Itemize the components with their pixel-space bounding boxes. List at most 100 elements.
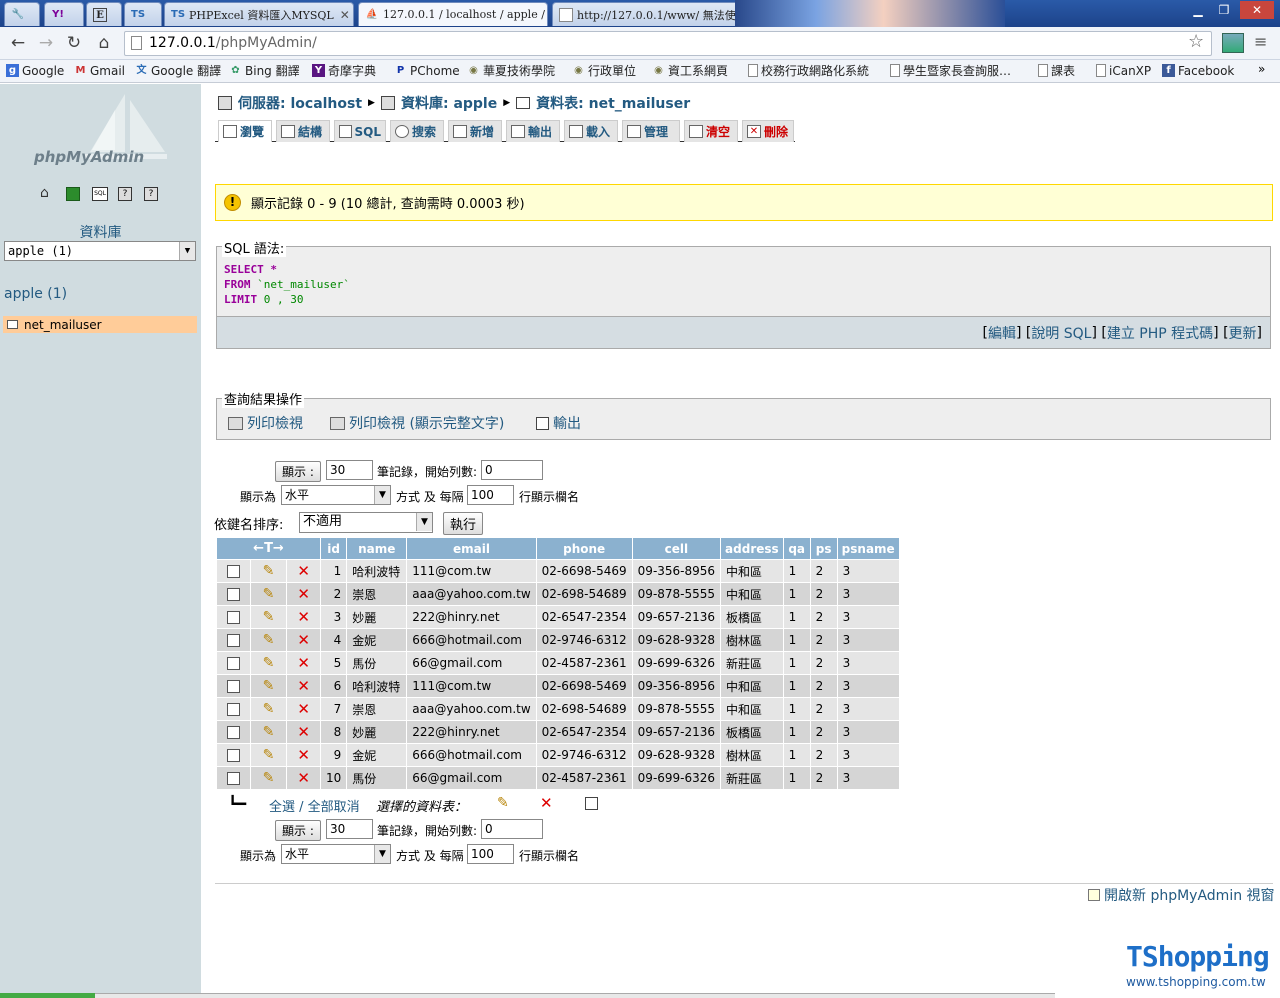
- sql-docs-icon[interactable]: ?: [144, 187, 158, 201]
- tab-structure[interactable]: 結構: [276, 120, 330, 142]
- bookmark-bing[interactable]: ✿ Bing 翻譯: [229, 62, 299, 79]
- go-button[interactable]: 執行: [443, 512, 484, 535]
- rows-input[interactable]: 30: [326, 460, 373, 480]
- home-icon[interactable]: ⌂: [92, 32, 116, 54]
- back-arrow-icon[interactable]: ←: [6, 32, 30, 54]
- tab-empty[interactable]: 清空: [684, 120, 738, 142]
- delete-row-button[interactable]: ✕: [287, 744, 320, 766]
- row-checkbox[interactable]: [217, 629, 250, 651]
- create-php-code-link[interactable]: 建立 PHP 程式碼: [1107, 323, 1213, 343]
- delete-row-button[interactable]: ✕: [287, 629, 320, 651]
- rows-input-bottom[interactable]: 30: [326, 819, 373, 839]
- column-header-qa[interactable]: qa: [783, 538, 810, 559]
- edit-row-button[interactable]: ✎: [250, 744, 287, 766]
- bookmark-dictionary[interactable]: Y 奇摩字典: [312, 62, 376, 79]
- display-mode-select-bottom[interactable]: 水平 ▼: [281, 844, 391, 864]
- edit-selected-pencil-icon[interactable]: ✎: [497, 795, 509, 811]
- more-bookmarks-icon[interactable]: »: [1258, 62, 1265, 76]
- tab-insert[interactable]: 新增: [448, 120, 502, 142]
- forward-arrow-icon[interactable]: →: [34, 32, 58, 54]
- delete-row-button[interactable]: ✕: [287, 652, 320, 674]
- restore-icon[interactable]: ❐: [1210, 1, 1238, 19]
- tab-browse[interactable]: 瀏覽: [218, 120, 272, 142]
- edit-row-button[interactable]: ✎: [250, 721, 287, 743]
- row-checkbox[interactable]: [217, 721, 250, 743]
- breadcrumb-table[interactable]: 資料表: net_mailuser: [536, 93, 690, 113]
- delete-row-button[interactable]: ✕: [287, 606, 320, 628]
- tab-operations[interactable]: 管理: [622, 120, 680, 142]
- reload-icon[interactable]: ↻: [62, 32, 86, 54]
- delete-selected-icon[interactable]: ✕: [540, 794, 553, 812]
- docs-icon[interactable]: ?: [118, 187, 132, 201]
- print-view-link[interactable]: 列印檢視: [228, 413, 303, 433]
- edit-row-button[interactable]: ✎: [250, 583, 287, 605]
- row-checkbox[interactable]: [217, 675, 250, 697]
- database-link[interactable]: apple (1): [4, 286, 67, 302]
- row-checkbox[interactable]: [217, 698, 250, 720]
- bookmark-gmail[interactable]: M Gmail: [74, 62, 126, 79]
- tab-phpmyadmin[interactable]: ⛵ 127.0.0.1 / localhost / apple /✕: [358, 2, 548, 26]
- sql-query-icon[interactable]: SQL: [92, 187, 108, 201]
- home-icon[interactable]: ⌂: [40, 186, 54, 200]
- edit-row-button[interactable]: ✎: [250, 675, 287, 697]
- edit-row-button[interactable]: ✎: [250, 698, 287, 720]
- row-checkbox[interactable]: [217, 767, 250, 789]
- row-checkbox[interactable]: [217, 744, 250, 766]
- edit-row-button[interactable]: ✎: [250, 767, 287, 789]
- close-icon[interactable]: ✕: [334, 8, 350, 22]
- check-all-link[interactable]: 全選 / 全部取消: [269, 796, 360, 815]
- tab-import[interactable]: 載入: [564, 120, 618, 142]
- edit-row-button[interactable]: ✎: [250, 629, 287, 651]
- pma-logo[interactable]: phpMyAdmin: [34, 148, 144, 166]
- start-row-input-bottom[interactable]: 0: [481, 819, 543, 839]
- tab-drop[interactable]: ✕ 刪除: [742, 120, 794, 142]
- new-window-link[interactable]: 開啟新 phpMyAdmin 視窗: [1088, 885, 1275, 905]
- star-icon[interactable]: ☆: [1188, 31, 1204, 52]
- start-row-input[interactable]: 0: [481, 460, 543, 480]
- bookmark-pchome[interactable]: P PChome: [394, 62, 460, 79]
- column-header-phone[interactable]: phone: [536, 538, 632, 559]
- tab-yahoo[interactable]: Y!: [44, 2, 84, 26]
- tab-http[interactable]: http://127.0.0.1/www/ 無法使✕: [552, 2, 742, 26]
- row-checkbox[interactable]: [217, 606, 250, 628]
- bookmark-schedule[interactable]: 課表: [1038, 62, 1075, 79]
- column-header-psname[interactable]: psname: [837, 538, 899, 559]
- sort-select[interactable]: 不適用 ▼: [299, 512, 433, 533]
- export-link[interactable]: 輸出: [536, 413, 581, 433]
- bookmark-admin-units[interactable]: ◉ 行政單位: [572, 62, 636, 79]
- explain-sql-link[interactable]: 說明 SQL: [1031, 323, 1091, 343]
- print-view-full-link[interactable]: 列印檢視 (顯示完整文字): [330, 413, 504, 433]
- tab-ts[interactable]: TS: [124, 2, 162, 26]
- extension-icon[interactable]: [1222, 33, 1244, 53]
- column-header-cell[interactable]: cell: [632, 538, 721, 559]
- column-arrows-icon[interactable]: ←T→: [217, 538, 320, 559]
- edit-row-button[interactable]: ✎: [250, 560, 287, 582]
- export-selected-icon[interactable]: [585, 797, 598, 810]
- delete-row-button[interactable]: ✕: [287, 767, 320, 789]
- tab-wrench[interactable]: 🔧: [4, 2, 40, 26]
- breadcrumb-server[interactable]: 伺服器: localhost: [238, 93, 362, 113]
- bookmark-icanxp[interactable]: iCanXP: [1096, 62, 1151, 79]
- close-icon[interactable]: ✕: [545, 8, 547, 22]
- refresh-link[interactable]: 更新: [1229, 323, 1257, 343]
- delete-row-button[interactable]: ✕: [287, 675, 320, 697]
- bookmark-csie[interactable]: ◉ 資工系網頁: [652, 62, 728, 79]
- breadcrumb-database[interactable]: 資料庫: apple: [401, 93, 497, 113]
- edit-link[interactable]: 編輯: [988, 323, 1016, 343]
- tab-sql[interactable]: SQL: [334, 120, 386, 142]
- table-item-net-mailuser[interactable]: net_mailuser: [3, 316, 197, 333]
- delete-row-button[interactable]: ✕: [287, 560, 320, 582]
- bookmark-facebook[interactable]: f Facebook: [1162, 62, 1234, 79]
- tab-phpexcel[interactable]: TS PHPExcel 資料匯入MYSQL ✕: [164, 2, 354, 26]
- minimize-icon[interactable]: ▁: [1184, 1, 1212, 19]
- horizontal-scrollbar[interactable]: [95, 993, 1055, 998]
- row-checkbox[interactable]: [217, 560, 250, 582]
- bookmark-google-translate[interactable]: 文 Google 翻譯: [135, 62, 222, 79]
- column-header-address[interactable]: address: [721, 538, 783, 559]
- show-button-bottom[interactable]: 顯示 :: [275, 820, 321, 841]
- show-button[interactable]: 顯示 :: [275, 461, 321, 482]
- repeat-input-bottom[interactable]: 100: [467, 844, 514, 864]
- delete-row-button[interactable]: ✕: [287, 583, 320, 605]
- edit-row-button[interactable]: ✎: [250, 652, 287, 674]
- column-header-ps[interactable]: ps: [810, 538, 837, 559]
